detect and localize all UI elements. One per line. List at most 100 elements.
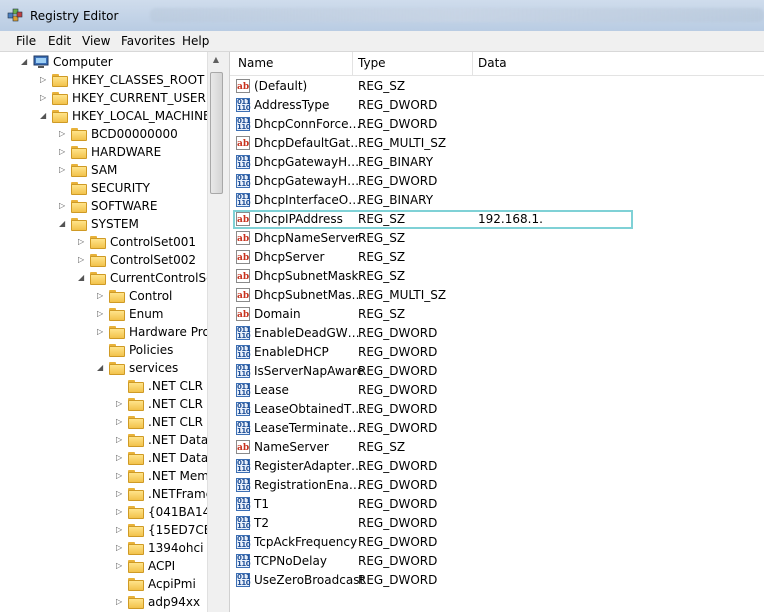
menu-edit[interactable]: Edit bbox=[46, 33, 73, 49]
expand-arrow-icon[interactable]: ▷ bbox=[116, 436, 124, 444]
tree-item[interactable]: ▷.NET Data Provider for Oracle bbox=[0, 431, 223, 449]
scroll-thumb[interactable] bbox=[210, 72, 223, 194]
tree-item[interactable]: ▷ HKEY_CURRENT_USER bbox=[0, 89, 207, 107]
tree-item[interactable]: ▷ SAM bbox=[0, 161, 207, 179]
menu-view[interactable]: View bbox=[80, 33, 112, 49]
tree-item[interactable]: ▷.NET Memory Cache 4.0 bbox=[0, 467, 223, 485]
tree-item[interactable]: ▷ BCD00000000 bbox=[0, 125, 207, 143]
collapse-arrow-icon[interactable]: ◢ bbox=[40, 112, 48, 120]
expand-arrow-icon[interactable]: ▷ bbox=[116, 454, 124, 462]
tree-item[interactable]: ▷.NET Data Provider for SqlServer bbox=[0, 449, 223, 467]
expand-arrow-icon[interactable]: ▷ bbox=[59, 130, 67, 138]
collapse-arrow-icon[interactable]: ◢ bbox=[59, 220, 67, 228]
expand-arrow-icon[interactable]: ▷ bbox=[116, 544, 124, 552]
column-header-name[interactable]: Name bbox=[232, 52, 352, 75]
expand-arrow-icon[interactable]: ▷ bbox=[116, 526, 124, 534]
expand-arrow-icon[interactable]: ▷ bbox=[59, 148, 67, 156]
tree-item-label: ControlSet001 bbox=[110, 235, 196, 249]
list-row[interactable]: ab DhcpDefaultGat… REG_MULTI_SZ bbox=[230, 134, 764, 153]
list-row[interactable]: 011 110 IsServerNapAware REG_DWORD bbox=[230, 362, 764, 381]
expand-arrow-icon[interactable]: ▷ bbox=[116, 508, 124, 516]
tree-item[interactable]: ▷.NET CLR Networking 4.0.0.0 bbox=[0, 413, 223, 431]
expand-arrow-icon[interactable]: ▷ bbox=[40, 94, 48, 102]
expand-arrow-icon[interactable]: ▷ bbox=[78, 256, 86, 264]
list-row[interactable]: ab (Default) REG_SZ bbox=[230, 77, 764, 96]
tree-item[interactable]: ◢ CurrentControlSet bbox=[0, 269, 218, 287]
list-row[interactable]: 011 110 TCPNoDelay REG_DWORD bbox=[230, 552, 764, 571]
expand-arrow-icon[interactable]: ▷ bbox=[116, 472, 124, 480]
tree-item[interactable]: ◢ Computer bbox=[0, 53, 207, 71]
tree-item[interactable]: AcpiPmi bbox=[0, 575, 207, 593]
tree-item[interactable]: ◢ HKEY_LOCAL_MACHINE bbox=[0, 107, 211, 125]
expand-arrow-icon[interactable]: ▷ bbox=[116, 400, 124, 408]
tree-item[interactable]: ▷ ControlSet001 bbox=[0, 233, 207, 251]
list-row[interactable]: 011 110 EnableDeadGW… REG_DWORD bbox=[230, 324, 764, 343]
column-header-data[interactable]: Data bbox=[472, 52, 762, 75]
list-row[interactable]: 011 110 LeaseTerminate… REG_DWORD bbox=[230, 419, 764, 438]
list-row[interactable]: ab DhcpSubnetMas… REG_MULTI_SZ bbox=[230, 286, 764, 305]
list-row[interactable]: 011 110 RegisterAdapter… REG_DWORD bbox=[230, 457, 764, 476]
list-row[interactable]: 011 110 LeaseObtainedT… REG_DWORD bbox=[230, 400, 764, 419]
column-header-type[interactable]: Type bbox=[352, 52, 472, 75]
tree-item[interactable]: ▷ ControlSet002 bbox=[0, 251, 207, 269]
collapse-arrow-icon[interactable]: ◢ bbox=[21, 58, 29, 66]
list-row[interactable]: 011 110 AddressType REG_DWORD bbox=[230, 96, 764, 115]
tree-item[interactable]: SECURITY bbox=[0, 179, 207, 197]
tree-item[interactable]: ◢ SYSTEM bbox=[0, 215, 207, 233]
tree-item[interactable]: ▷ Control bbox=[0, 287, 207, 305]
value-type: REG_SZ bbox=[358, 307, 406, 321]
tree-item[interactable]: ▷ {15ED7CBF bbox=[0, 521, 219, 539]
tree-item[interactable]: ◢ services bbox=[0, 359, 207, 377]
list-row[interactable]: 011 110 UseZeroBroadcast REG_DWORD bbox=[230, 571, 764, 590]
collapse-arrow-icon[interactable]: ◢ bbox=[97, 364, 105, 372]
expand-arrow-icon[interactable]: ▷ bbox=[40, 76, 48, 84]
tree-item[interactable]: .NET CLR Data bbox=[0, 377, 223, 395]
tree-item[interactable]: ▷ adp94xx bbox=[0, 593, 207, 611]
collapse-arrow-icon[interactable]: ◢ bbox=[78, 274, 86, 282]
list-row[interactable]: 011 110 RegistrationEna… REG_DWORD bbox=[230, 476, 764, 495]
tree-item[interactable]: ▷ {041BA143- bbox=[0, 503, 222, 521]
tree-item[interactable]: ▷ SOFTWARE bbox=[0, 197, 207, 215]
menu-favorites[interactable]: Favorites bbox=[119, 33, 177, 49]
tree-item[interactable]: ▷.NET CLR Networking bbox=[0, 395, 223, 413]
tree-scrollbar[interactable]: ▲ bbox=[207, 52, 224, 612]
tree-item[interactable]: ▷ ACPI bbox=[0, 557, 207, 575]
expand-arrow-icon[interactable]: ▷ bbox=[116, 418, 124, 426]
list-row[interactable]: 011 110 DhcpGatewayH… REG_BINARY bbox=[230, 153, 764, 172]
list-row[interactable]: ab DhcpNameServer REG_SZ bbox=[230, 229, 764, 248]
expand-arrow-icon[interactable]: ▷ bbox=[97, 328, 105, 336]
tree-item[interactable]: ▷ HARDWARE bbox=[0, 143, 207, 161]
list-row[interactable]: 011 110 T2 REG_DWORD bbox=[230, 514, 764, 533]
expand-arrow-icon[interactable]: ▷ bbox=[59, 202, 67, 210]
list-row[interactable]: 011 110 EnableDHCP REG_DWORD bbox=[230, 343, 764, 362]
list-row[interactable]: 011 110 DhcpGatewayH… REG_DWORD bbox=[230, 172, 764, 191]
value-name: DhcpInterfaceO… bbox=[254, 193, 361, 207]
expand-arrow-icon[interactable]: ▷ bbox=[116, 562, 124, 570]
tree-item[interactable]: ▷ 1394ohci bbox=[0, 539, 207, 557]
expand-arrow-icon[interactable]: ▷ bbox=[78, 238, 86, 246]
list-row[interactable]: 011 110 Lease REG_DWORD bbox=[230, 381, 764, 400]
tree-item[interactable]: ▷.NETFramework bbox=[0, 485, 223, 503]
tree-item[interactable]: ▷ Hardware Profiles bbox=[0, 323, 223, 341]
list-row[interactable]: 011 110 TcpAckFrequency REG_DWORD bbox=[230, 533, 764, 552]
expand-arrow-icon[interactable]: ▷ bbox=[97, 310, 105, 318]
expand-arrow-icon[interactable]: ▷ bbox=[59, 166, 67, 174]
list-row[interactable]: ab DhcpSubnetMask REG_SZ bbox=[230, 267, 764, 286]
tree-item[interactable]: Policies bbox=[0, 341, 207, 359]
list-row-selected[interactable]: ab DhcpIPAddress REG_SZ 192.168.1. bbox=[230, 210, 764, 229]
expand-arrow-icon[interactable]: ▷ bbox=[97, 292, 105, 300]
list-row[interactable]: 011 110 DhcpConnForce… REG_DWORD bbox=[230, 115, 764, 134]
scroll-up-icon[interactable]: ▲ bbox=[208, 52, 224, 68]
list-row[interactable]: ab DhcpServer REG_SZ bbox=[230, 248, 764, 267]
list-row[interactable]: ab Domain REG_SZ bbox=[230, 305, 764, 324]
list-row[interactable]: 011 110 DhcpInterfaceO… REG_BINARY bbox=[230, 191, 764, 210]
menu-file[interactable]: File bbox=[14, 33, 38, 49]
list-header: Name Type Data bbox=[230, 52, 764, 76]
menu-help[interactable]: Help bbox=[180, 33, 211, 49]
list-row[interactable]: 011 110 T1 REG_DWORD bbox=[230, 495, 764, 514]
tree-item[interactable]: ▷ HKEY_CLASSES_ROOT bbox=[0, 71, 207, 89]
expand-arrow-icon[interactable]: ▷ bbox=[116, 598, 124, 606]
expand-arrow-icon[interactable]: ▷ bbox=[116, 490, 124, 498]
tree-item[interactable]: ▷ Enum bbox=[0, 305, 207, 323]
list-row[interactable]: ab NameServer REG_SZ bbox=[230, 438, 764, 457]
